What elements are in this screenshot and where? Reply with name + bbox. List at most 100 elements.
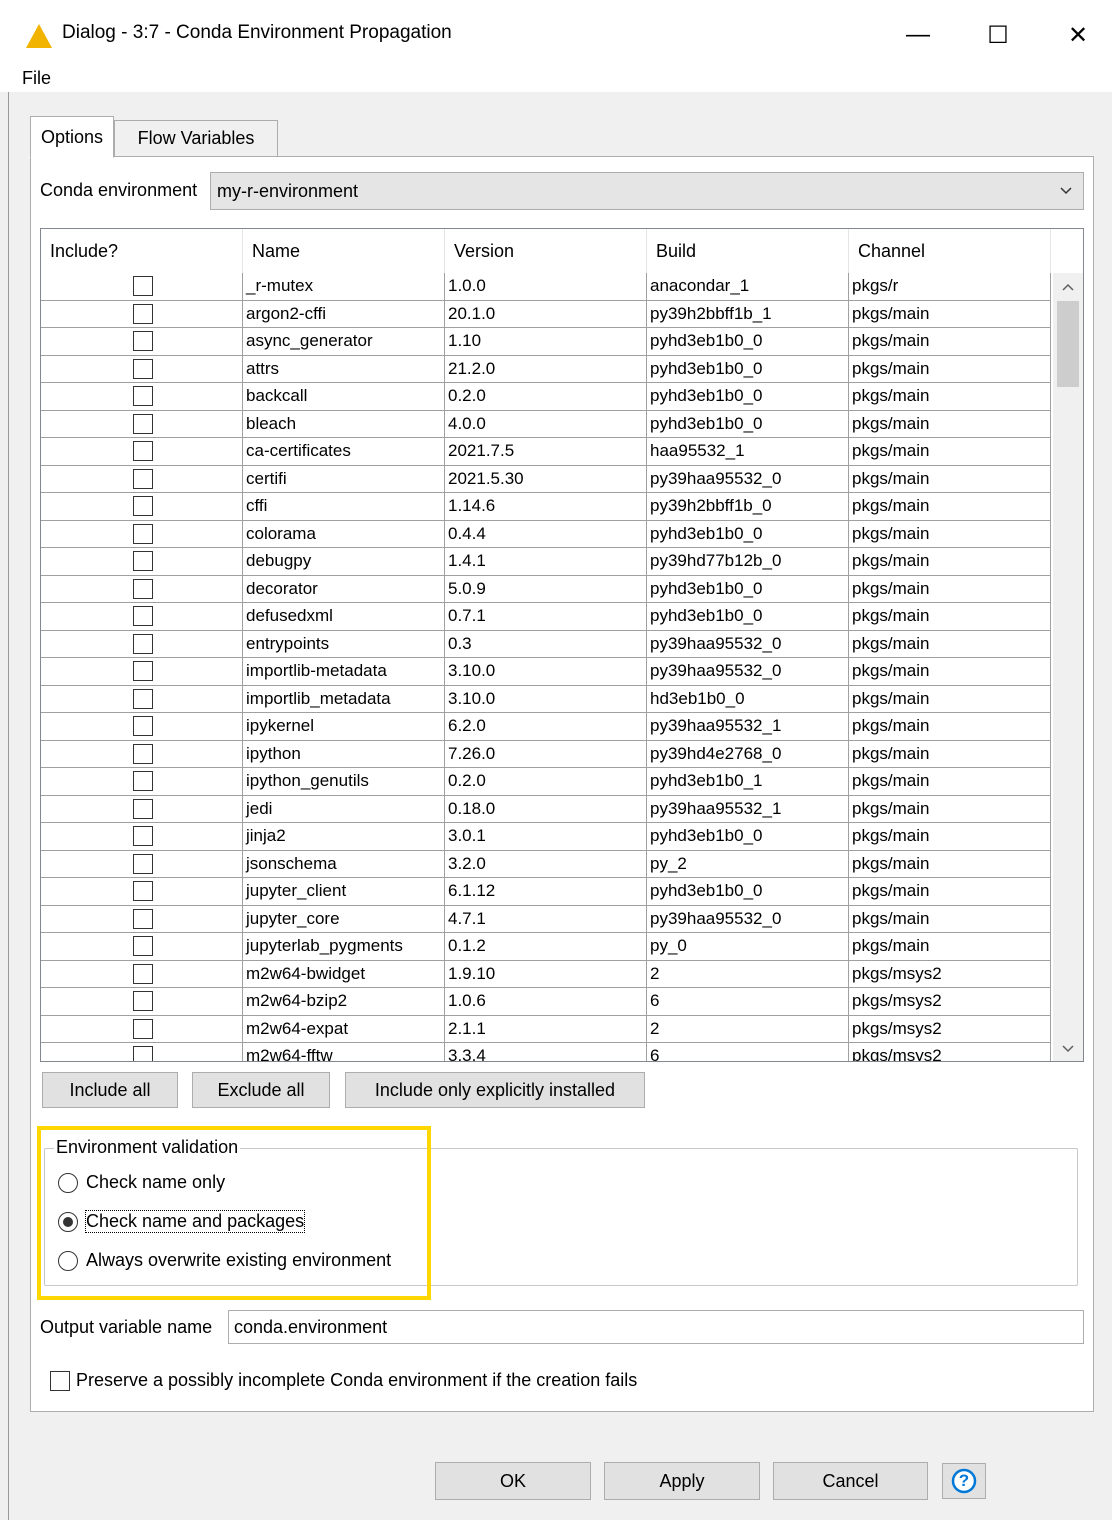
- preserve-checkbox[interactable]: [50, 1370, 70, 1391]
- table-row[interactable]: certifi 2021.5.30 py39haa95532_0 pkgs/main: [41, 465, 1051, 493]
- tab-flow-variables[interactable]: Flow Variables: [114, 120, 278, 156]
- vertical-scrollbar[interactable]: [1053, 273, 1083, 1061]
- cell-include: [41, 850, 243, 878]
- table-row[interactable]: ipython 7.26.0 py39hd4e2768_0 pkgs/main: [41, 740, 1051, 768]
- table-row[interactable]: defusedxml 0.7.1 pyhd3eb1b0_0 pkgs/main: [41, 603, 1051, 631]
- include-checkbox[interactable]: [133, 331, 153, 351]
- include-checkbox[interactable]: [133, 606, 153, 626]
- table-row[interactable]: m2w64-bzip2 1.0.6 6 pkgs/msys2: [41, 988, 1051, 1016]
- include-checkbox[interactable]: [133, 826, 153, 846]
- include-checkbox[interactable]: [133, 936, 153, 956]
- include-checkbox[interactable]: [133, 276, 153, 296]
- cell-include: [41, 328, 243, 356]
- cell-include: [41, 878, 243, 906]
- table-row[interactable]: importlib_metadata 3.10.0 hd3eb1b0_0 pkgs/m…: [41, 685, 1051, 713]
- cell-include: [41, 410, 243, 438]
- include-checkbox[interactable]: [133, 303, 153, 324]
- cell-include: [41, 1043, 243, 1061]
- include-checkbox[interactable]: [133, 716, 153, 736]
- include-checkbox[interactable]: [133, 963, 153, 984]
- tab-options[interactable]: Options: [30, 116, 114, 158]
- ok-button[interactable]: OK: [435, 1462, 591, 1500]
- table-row[interactable]: importlib-metadata 3.10.0 py39haa95532_0 pk…: [41, 658, 1051, 686]
- table-row[interactable]: jsonschema 3.2.0 py_2 pkgs/main: [41, 850, 1051, 878]
- table-row[interactable]: argon2-cffi 20.1.0 py39h2bbff1b_1 pkgs/main: [41, 300, 1051, 328]
- column-header-include[interactable]: Include?: [41, 229, 243, 273]
- include-checkbox[interactable]: [133, 853, 153, 874]
- include-checkbox[interactable]: [133, 743, 153, 764]
- table-row[interactable]: decorator 5.0.9 pyhd3eb1b0_0 pkgs/main: [41, 575, 1051, 603]
- include-all-button[interactable]: Include all: [42, 1072, 178, 1108]
- include-explicit-button[interactable]: Include only explicitly installed: [345, 1072, 645, 1108]
- cell-include: [41, 1015, 243, 1043]
- table-row[interactable]: ipython_genutils 0.2.0 pyhd3eb1b0_1 pkgs/ma…: [41, 768, 1051, 796]
- preserve-checkbox-row[interactable]: Preserve a possibly incomplete Conda env…: [50, 1370, 637, 1391]
- include-checkbox[interactable]: [133, 1046, 153, 1061]
- cell-build: pyhd3eb1b0_0: [647, 520, 849, 548]
- table-row[interactable]: cffi 1.14.6 py39h2bbff1b_0 pkgs/main: [41, 493, 1051, 521]
- include-checkbox[interactable]: [133, 798, 153, 819]
- table-row[interactable]: ca-certificates 2021.7.5 haa95532_1 pkgs/ma…: [41, 438, 1051, 466]
- table-row[interactable]: jupyter_core 4.7.1 py39haa95532_0 pkgs/main: [41, 905, 1051, 933]
- scroll-down-icon[interactable]: [1053, 1035, 1083, 1061]
- exclude-all-button[interactable]: Exclude all: [192, 1072, 330, 1108]
- cell-name: ipython: [243, 740, 445, 768]
- include-checkbox[interactable]: [133, 468, 153, 489]
- maximize-button[interactable]: ☐: [970, 14, 1026, 56]
- table-row[interactable]: async_generator 1.10 pyhd3eb1b0_0 pkgs/main: [41, 328, 1051, 356]
- include-checkbox[interactable]: [133, 991, 153, 1011]
- include-checkbox[interactable]: [133, 413, 153, 434]
- table-row[interactable]: m2w64-fftw 3.3.4 6 pkgs/msys2: [41, 1043, 1051, 1061]
- cancel-button[interactable]: Cancel: [773, 1462, 928, 1500]
- table-row[interactable]: jupyterlab_pygments 0.1.2 py_0 pkgs/main: [41, 933, 1051, 961]
- table-row[interactable]: jinja2 3.0.1 pyhd3eb1b0_0 pkgs/main: [41, 823, 1051, 851]
- close-button[interactable]: ✕: [1050, 14, 1106, 56]
- table-row[interactable]: _r-mutex 1.0.0 anacondar_1 pkgs/r: [41, 273, 1051, 301]
- include-checkbox[interactable]: [133, 1018, 153, 1039]
- scroll-thumb[interactable]: [1057, 301, 1079, 387]
- conda-environment-label: Conda environment: [40, 180, 198, 200]
- include-checkbox[interactable]: [133, 358, 153, 379]
- include-checkbox[interactable]: [133, 496, 153, 516]
- warning-icon: [24, 22, 54, 50]
- include-checkbox[interactable]: [133, 523, 153, 544]
- table-row[interactable]: m2w64-bwidget 1.9.10 2 pkgs/msys2: [41, 960, 1051, 988]
- minimize-button[interactable]: —: [890, 14, 946, 56]
- table-row[interactable]: bleach 4.0.0 pyhd3eb1b0_0 pkgs/main: [41, 410, 1051, 438]
- cell-name: async_generator: [243, 328, 445, 356]
- include-checkbox[interactable]: [133, 441, 153, 461]
- package-table: Include? Name Version Build Channel _r-m…: [40, 228, 1084, 1062]
- include-checkbox[interactable]: [133, 386, 153, 406]
- include-checkbox[interactable]: [133, 578, 153, 599]
- column-header-name[interactable]: Name: [243, 229, 445, 273]
- table-row[interactable]: attrs 21.2.0 pyhd3eb1b0_0 pkgs/main: [41, 355, 1051, 383]
- include-checkbox[interactable]: [133, 881, 153, 901]
- include-checkbox[interactable]: [133, 551, 153, 571]
- table-row[interactable]: jupyter_client 6.1.12 pyhd3eb1b0_0 pkgs/mai…: [41, 878, 1051, 906]
- help-button[interactable]: ?: [942, 1463, 986, 1499]
- table-header: Include? Name Version Build Channel: [41, 229, 1051, 273]
- cell-name: m2w64-fftw: [243, 1043, 445, 1061]
- conda-environment-select[interactable]: my-r-environment: [210, 172, 1084, 210]
- table-row[interactable]: entrypoints 0.3 py39haa95532_0 pkgs/main: [41, 630, 1051, 658]
- output-variable-input[interactable]: conda.environment: [228, 1310, 1084, 1344]
- table-row[interactable]: colorama 0.4.4 pyhd3eb1b0_0 pkgs/main: [41, 520, 1051, 548]
- include-checkbox[interactable]: [133, 908, 153, 929]
- cell-version: 0.7.1: [445, 603, 647, 631]
- table-row[interactable]: backcall 0.2.0 pyhd3eb1b0_0 pkgs/main: [41, 383, 1051, 411]
- column-header-channel[interactable]: Channel: [849, 229, 1051, 273]
- table-row[interactable]: jedi 0.18.0 py39haa95532_1 pkgs/main: [41, 795, 1051, 823]
- apply-button[interactable]: Apply: [604, 1462, 760, 1500]
- table-row[interactable]: ipykernel 6.2.0 py39haa95532_1 pkgs/main: [41, 713, 1051, 741]
- scroll-up-icon[interactable]: [1053, 273, 1083, 301]
- table-row[interactable]: debugpy 1.4.1 py39hd77b12b_0 pkgs/main: [41, 548, 1051, 576]
- include-checkbox[interactable]: [133, 661, 153, 681]
- column-header-build[interactable]: Build: [647, 229, 849, 273]
- cell-version: 0.2.0: [445, 383, 647, 411]
- menu-file[interactable]: File: [22, 68, 51, 89]
- table-row[interactable]: m2w64-expat 2.1.1 2 pkgs/msys2: [41, 1015, 1051, 1043]
- include-checkbox[interactable]: [133, 633, 153, 654]
- include-checkbox[interactable]: [133, 688, 153, 709]
- column-header-version[interactable]: Version: [445, 229, 647, 273]
- include-checkbox[interactable]: [133, 771, 153, 791]
